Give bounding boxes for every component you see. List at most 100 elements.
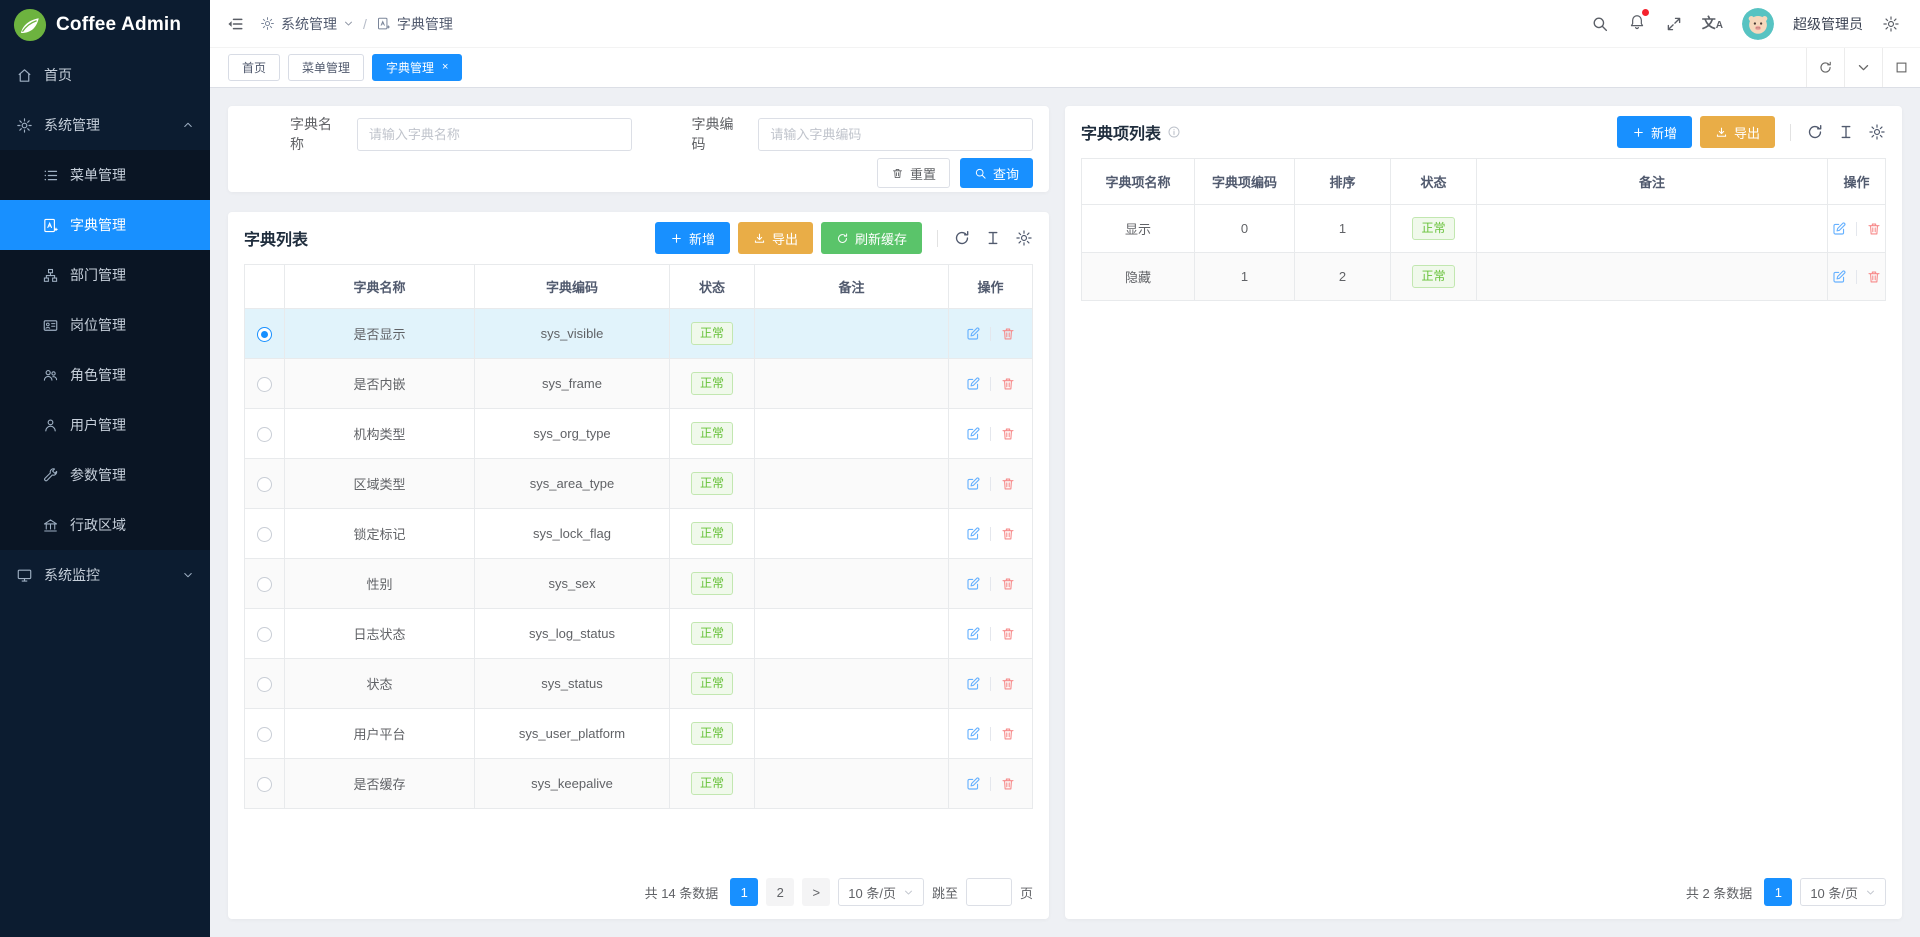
jump-page-input[interactable] — [966, 878, 1012, 906]
table-row[interactable]: 性别 sys_sex 正常 — [245, 559, 1033, 609]
delete-icon[interactable] — [1000, 426, 1016, 442]
row-radio[interactable] — [257, 727, 272, 742]
fullscreen-icon[interactable] — [1665, 15, 1683, 33]
sidebar-item-post-management[interactable]: 岗位管理 — [0, 300, 210, 350]
delete-icon[interactable] — [1000, 726, 1016, 742]
row-height-icon[interactable] — [984, 229, 1002, 247]
next-page-button[interactable]: > — [802, 878, 830, 906]
export-item-button[interactable]: 导出 — [1700, 116, 1775, 148]
menu-fold-icon[interactable] — [226, 15, 244, 33]
refresh-cache-button[interactable]: 刷新缓存 — [821, 222, 922, 254]
sidebar-item-dept-management[interactable]: 部门管理 — [0, 250, 210, 300]
maximize-button[interactable] — [1882, 48, 1920, 87]
page-button-1[interactable]: 1 — [730, 878, 758, 906]
dict-code-cell: sys_keepalive — [475, 759, 670, 809]
notifications-button[interactable] — [1628, 12, 1646, 35]
sidebar-item-param-management[interactable]: 参数管理 — [0, 450, 210, 500]
username[interactable]: 超级管理员 — [1793, 14, 1863, 34]
page-button-2[interactable]: 2 — [766, 878, 794, 906]
edit-icon[interactable] — [965, 426, 981, 442]
row-radio[interactable] — [257, 477, 272, 492]
table-row[interactable]: 状态 sys_status 正常 — [245, 659, 1033, 709]
edit-icon[interactable] — [965, 526, 981, 542]
delete-icon[interactable] — [1000, 526, 1016, 542]
gear-icon — [260, 16, 275, 31]
sidebar-item-menu-management[interactable]: 菜单管理 — [0, 150, 210, 200]
edit-icon[interactable] — [965, 776, 981, 792]
delete-icon[interactable] — [1000, 626, 1016, 642]
delete-icon[interactable] — [1000, 376, 1016, 392]
row-radio[interactable] — [257, 777, 272, 792]
refresh-table-icon[interactable] — [953, 229, 971, 247]
edit-icon[interactable] — [965, 326, 981, 342]
column-settings-gear-icon[interactable] — [1868, 123, 1886, 141]
tab-home[interactable]: 首页 — [228, 54, 280, 81]
table-row[interactable]: 用户平台 sys_user_platform 正常 — [245, 709, 1033, 759]
edit-icon[interactable] — [965, 626, 981, 642]
delete-icon[interactable] — [1000, 576, 1016, 592]
breadcrumb-system-management[interactable]: 系统管理 — [260, 14, 354, 34]
refresh-tab-button[interactable] — [1806, 48, 1844, 87]
edit-icon[interactable] — [1831, 221, 1847, 237]
settings-gear-icon[interactable] — [1882, 15, 1900, 33]
row-radio[interactable] — [257, 627, 272, 642]
delete-icon[interactable] — [1866, 269, 1882, 285]
close-icon[interactable]: × — [442, 62, 448, 73]
add-item-button[interactable]: 新增 — [1617, 116, 1692, 148]
refresh-table-icon[interactable] — [1806, 123, 1824, 141]
table-row[interactable]: 锁定标记 sys_lock_flag 正常 — [245, 509, 1033, 559]
row-radio[interactable] — [257, 427, 272, 442]
row-radio[interactable] — [257, 377, 272, 392]
sidebar-item-system-monitor[interactable]: 系统监控 — [0, 550, 210, 600]
edit-icon[interactable] — [965, 476, 981, 492]
delete-icon[interactable] — [1000, 326, 1016, 342]
page-button-1[interactable]: 1 — [1764, 878, 1792, 906]
table-row[interactable]: 区域类型 sys_area_type 正常 — [245, 459, 1033, 509]
page-size-select[interactable]: 10 条/页 — [1800, 878, 1886, 906]
app-logo[interactable]: Coffee Admin — [0, 0, 210, 50]
table-row[interactable]: 显示 0 1 正常 — [1082, 205, 1886, 253]
table-row[interactable]: 日志状态 sys_log_status 正常 — [245, 609, 1033, 659]
edit-icon[interactable] — [965, 676, 981, 692]
tab-menu-management[interactable]: 菜单管理 — [288, 54, 364, 81]
dict-code-input[interactable] — [758, 118, 1033, 151]
edit-icon[interactable] — [965, 576, 981, 592]
delete-icon[interactable] — [1866, 221, 1882, 237]
table-row[interactable]: 机构类型 sys_org_type 正常 — [245, 409, 1033, 459]
reset-button[interactable]: 重置 — [877, 158, 950, 188]
row-radio[interactable] — [257, 677, 272, 692]
sidebar-item-system-management[interactable]: 系统管理 — [0, 100, 210, 150]
info-icon[interactable] — [1167, 125, 1181, 139]
add-button[interactable]: 新增 — [655, 222, 730, 254]
row-radio[interactable] — [257, 327, 272, 342]
tab-options-button[interactable] — [1844, 48, 1882, 87]
avatar[interactable] — [1742, 8, 1774, 40]
table-row[interactable]: 是否缓存 sys_keepalive 正常 — [245, 759, 1033, 809]
dict-name-input[interactable] — [357, 118, 632, 151]
sidebar-item-home[interactable]: 首页 — [0, 50, 210, 100]
edit-icon[interactable] — [1831, 269, 1847, 285]
row-radio[interactable] — [257, 527, 272, 542]
sidebar-item-admin-region[interactable]: 行政区域 — [0, 500, 210, 550]
row-radio[interactable] — [257, 577, 272, 592]
sidebar-item-role-management[interactable]: 角色管理 — [0, 350, 210, 400]
row-height-icon[interactable] — [1837, 123, 1855, 141]
table-row[interactable]: 隐藏 1 2 正常 — [1082, 253, 1886, 301]
export-button[interactable]: 导出 — [738, 222, 813, 254]
search-icon[interactable] — [1591, 15, 1609, 33]
translate-icon[interactable]: 文A — [1702, 16, 1723, 31]
page-size-select[interactable]: 10 条/页 — [838, 878, 924, 906]
tab-dict-management[interactable]: 字典管理 × — [372, 54, 462, 81]
leaf-logo-icon — [13, 8, 47, 42]
edit-icon[interactable] — [965, 376, 981, 392]
table-row[interactable]: 是否内嵌 sys_frame 正常 — [245, 359, 1033, 409]
query-button[interactable]: 查询 — [960, 158, 1033, 188]
column-settings-gear-icon[interactable] — [1015, 229, 1033, 247]
delete-icon[interactable] — [1000, 476, 1016, 492]
sidebar-item-dict-management[interactable]: 字典管理 — [0, 200, 210, 250]
delete-icon[interactable] — [1000, 776, 1016, 792]
edit-icon[interactable] — [965, 726, 981, 742]
sidebar-item-user-management[interactable]: 用户管理 — [0, 400, 210, 450]
delete-icon[interactable] — [1000, 676, 1016, 692]
table-row[interactable]: 是否显示 sys_visible 正常 — [245, 309, 1033, 359]
